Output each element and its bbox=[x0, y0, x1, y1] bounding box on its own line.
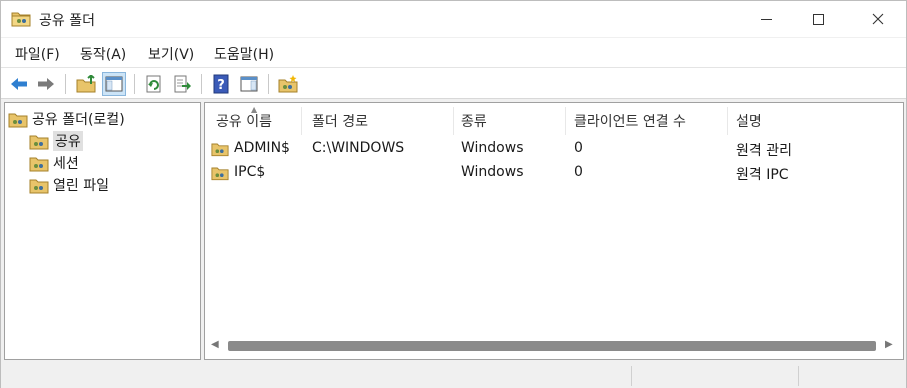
title-bar: 공유 폴더 bbox=[1, 1, 906, 37]
shared-folder-icon bbox=[211, 167, 229, 181]
shared-folder-app-icon bbox=[11, 12, 31, 27]
scroll-left-arrow-icon[interactable]: ◀ bbox=[211, 339, 219, 350]
column-divider[interactable] bbox=[565, 107, 566, 135]
column-header-share-name[interactable]: 공유 이름 bbox=[216, 111, 272, 131]
column-divider[interactable] bbox=[727, 107, 728, 135]
tree-root[interactable]: 공유 폴더(로컬) bbox=[8, 108, 125, 130]
new-share-button[interactable] bbox=[276, 72, 300, 96]
toolbar: ? bbox=[1, 67, 906, 99]
status-bar bbox=[1, 363, 906, 388]
cell-type: Windows bbox=[461, 164, 524, 180]
minimize-icon bbox=[760, 18, 772, 20]
close-icon bbox=[872, 13, 884, 25]
toolbar-separator bbox=[65, 74, 66, 94]
export-list-icon bbox=[174, 75, 191, 93]
tree-item-open-files[interactable]: 열린 파일 bbox=[29, 174, 109, 196]
cell-share-name: ADMIN$ bbox=[234, 140, 290, 156]
shared-folder-icon bbox=[211, 143, 229, 157]
navigation-tree: 공유 폴더(로컬) 공유 세션 열린 파일 bbox=[4, 102, 201, 360]
column-divider[interactable] bbox=[301, 107, 302, 135]
new-share-icon bbox=[278, 75, 298, 93]
menu-bar: 파일(F) 동작(A) 보기(V) 도움말(H) bbox=[1, 38, 906, 67]
cell-description: 원격 관리 bbox=[736, 143, 792, 159]
shared-folder-icon bbox=[29, 157, 49, 172]
maximize-icon bbox=[812, 13, 824, 25]
help-icon: ? bbox=[213, 74, 229, 94]
cell-type: Windows bbox=[461, 140, 524, 156]
toolbar-separator bbox=[201, 74, 202, 94]
shares-list: ▲ 공유 이름 폴더 경로 종류 클라이언트 연결 수 설명 ADMIN$ C:… bbox=[204, 102, 904, 360]
scroll-right-arrow-icon[interactable]: ▶ bbox=[885, 339, 893, 350]
toolbar-separator bbox=[134, 74, 135, 94]
cell-client-connections: 0 bbox=[574, 164, 583, 180]
tree-item-label: 공유 bbox=[53, 131, 83, 151]
shared-folder-icon bbox=[29, 135, 49, 150]
help-button[interactable]: ? bbox=[209, 72, 233, 96]
export-list-button[interactable] bbox=[170, 72, 194, 96]
shared-folders-window: 공유 폴더 파일(F) 동작(A) 보기(V) 도움말(H) ? 공유 폴더(로… bbox=[0, 0, 907, 388]
tree-root-label: 공유 폴더(로컬) bbox=[32, 112, 125, 128]
column-header-client-connections[interactable]: 클라이언트 연결 수 bbox=[574, 111, 686, 131]
up-button[interactable] bbox=[74, 72, 98, 96]
svg-text:?: ? bbox=[217, 78, 225, 93]
menu-file[interactable]: 파일(F) bbox=[15, 44, 60, 64]
toolbar-separator bbox=[268, 74, 269, 94]
close-button[interactable] bbox=[853, 1, 903, 37]
forward-arrow-icon bbox=[38, 78, 54, 90]
cell-share-name: IPC$ bbox=[234, 164, 266, 180]
tree-item-label: 세션 bbox=[53, 156, 79, 172]
tree-item-sessions[interactable]: 세션 bbox=[29, 152, 79, 174]
column-header-folder-path[interactable]: 폴더 경로 bbox=[312, 111, 368, 131]
menu-view[interactable]: 보기(V) bbox=[148, 44, 194, 64]
back-button[interactable] bbox=[7, 72, 31, 96]
show-hide-tree-button[interactable] bbox=[102, 72, 126, 96]
column-header-description[interactable]: 설명 bbox=[736, 111, 762, 131]
back-arrow-icon bbox=[11, 78, 27, 90]
shared-folder-icon bbox=[8, 113, 28, 128]
cell-folder-path: C:\WINDOWS bbox=[312, 140, 405, 156]
up-folder-icon bbox=[76, 75, 96, 93]
show-hide-tree-icon bbox=[105, 76, 123, 92]
refresh-button[interactable] bbox=[142, 72, 166, 96]
horizontal-scrollbar-thumb[interactable] bbox=[228, 341, 876, 351]
status-separator bbox=[631, 366, 632, 386]
properties-pane-button[interactable] bbox=[237, 72, 261, 96]
tree-item-label: 열린 파일 bbox=[53, 178, 109, 194]
cell-description: 원격 IPC bbox=[736, 167, 789, 183]
column-divider[interactable] bbox=[453, 107, 454, 135]
column-header-type[interactable]: 종류 bbox=[461, 111, 487, 131]
refresh-icon bbox=[146, 75, 161, 93]
tree-item-shares[interactable]: 공유 bbox=[29, 130, 83, 152]
window-title: 공유 폴더 bbox=[39, 13, 95, 29]
forward-button[interactable] bbox=[34, 72, 58, 96]
shared-folder-icon bbox=[29, 179, 49, 194]
menu-help[interactable]: 도움말(H) bbox=[214, 44, 274, 64]
cell-client-connections: 0 bbox=[574, 140, 583, 156]
maximize-button[interactable] bbox=[793, 1, 843, 37]
status-separator bbox=[798, 366, 799, 386]
menu-action[interactable]: 동작(A) bbox=[80, 44, 126, 64]
properties-pane-icon bbox=[240, 76, 258, 92]
minimize-button[interactable] bbox=[741, 1, 791, 37]
